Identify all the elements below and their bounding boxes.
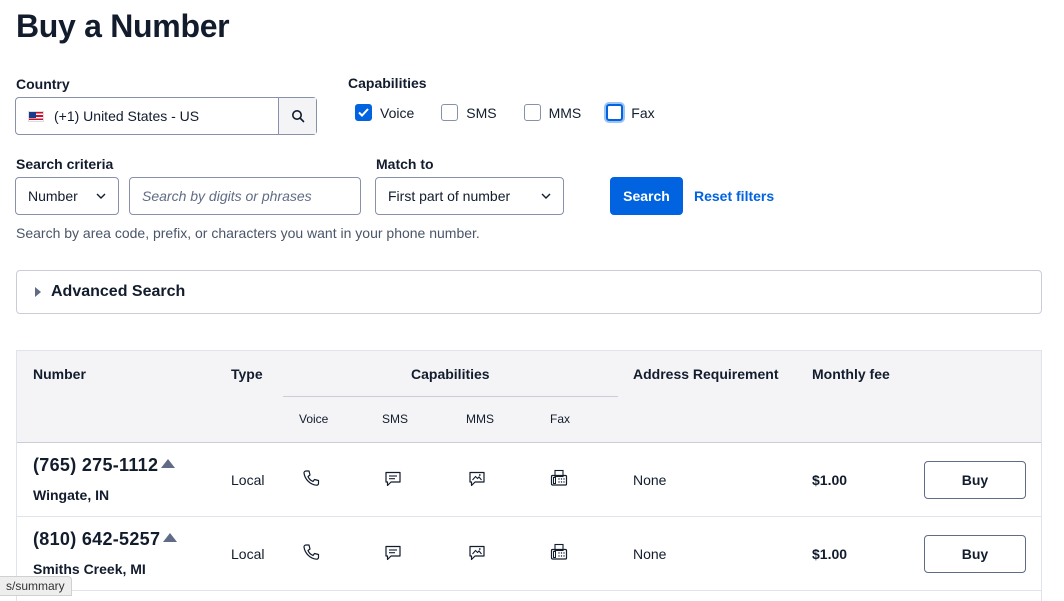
sms-icon [385,545,401,561]
mms-checkbox[interactable]: MMS [523,104,582,121]
fax-checkbox-label: Fax [631,104,655,121]
column-header-voice: Voice [299,412,329,426]
search-input[interactable] [129,177,361,215]
search-criteria-select[interactable]: Number [15,177,119,215]
checkbox-box[interactable] [523,104,541,121]
table-row: (810) 642-5257 Smiths Creek, MI Local No… [17,517,1041,591]
us-flag-icon [28,110,44,122]
phone-number: (765) 275-1112 [33,455,159,475]
buy-button[interactable]: Buy [924,535,1026,573]
triangle-up-icon [163,533,178,542]
page-title: Buy a Number [16,8,230,44]
fax-icon [550,543,568,560]
phone-icon [303,544,320,560]
status-bar-url: s/summary [0,576,72,596]
table-header: Number Type Capabilities Voice SMS MMS F… [17,351,1041,443]
number-type: Local [231,546,265,562]
country-value: (+1) United States - US [54,108,200,124]
number-location: Smiths Creek, MI [33,561,146,577]
number-type: Local [231,472,265,488]
phone-icon [303,470,320,486]
checkmark-icon[interactable] [355,104,372,121]
mms-checkbox-label: MMS [548,104,582,121]
monthly-fee: $1.00 [812,472,848,488]
match-to-value: First part of number [388,188,511,204]
voice-checkbox-label: Voice [380,104,415,121]
column-header-capabilities: Capabilities [411,366,490,382]
column-header-type: Type [231,366,263,382]
column-header-fee: Monthly fee [812,366,890,382]
advanced-search-toggle[interactable]: Advanced Search [16,270,1042,314]
country-label: Country [16,76,70,92]
phone-number: (810) 642-5257 [33,529,161,549]
column-header-fax: Fax [550,412,571,426]
sms-icon [385,471,401,487]
search-helper-text: Search by area code, prefix, or characte… [16,225,480,241]
mms-icon [469,471,485,487]
caret-right-icon [35,287,41,297]
search-criteria-label: Search criteria [16,156,114,172]
sms-checkbox-label: SMS [466,104,497,121]
search-criteria-value: Number [28,188,78,204]
column-header-address: Address Requirement [633,366,779,382]
voice-checkbox[interactable]: Voice [355,104,414,121]
search-icon [291,110,304,123]
column-header-mms: MMS [466,412,494,426]
buy-button[interactable]: Buy [924,461,1026,499]
checkbox-box[interactable] [441,104,459,121]
address-requirement: None [633,546,667,562]
capabilities-checkboxes: Voice SMS MMS Fax [355,104,682,121]
advanced-search-label: Advanced Search [51,283,186,300]
chevron-down-icon [541,193,551,199]
checkbox-box[interactable] [606,104,624,121]
monthly-fee: $1.00 [812,546,848,562]
country-select[interactable]: (+1) United States - US [15,97,317,135]
column-header-number: Number [33,366,86,382]
fax-icon [550,469,568,486]
reset-filters-link[interactable]: Reset filters [694,188,774,204]
table-row: (765) 275-1112 Wingate, IN Local None $1… [17,443,1041,517]
country-search-button[interactable] [278,98,316,134]
capabilities-label: Capabilities [348,75,427,91]
chevron-down-icon [96,193,106,199]
numbers-table: Number Type Capabilities Voice SMS MMS F… [16,350,1042,601]
address-requirement: None [633,472,667,488]
fax-checkbox[interactable]: Fax [606,104,655,121]
match-to-select[interactable]: First part of number [375,177,564,215]
triangle-up-icon [161,459,176,468]
header-divider [283,396,618,397]
mms-icon [469,545,485,561]
sms-checkbox[interactable]: SMS [441,104,497,121]
column-header-sms: SMS [382,412,409,426]
match-to-label: Match to [376,156,434,172]
search-button[interactable]: Search [610,177,683,215]
number-location: Wingate, IN [33,487,110,503]
